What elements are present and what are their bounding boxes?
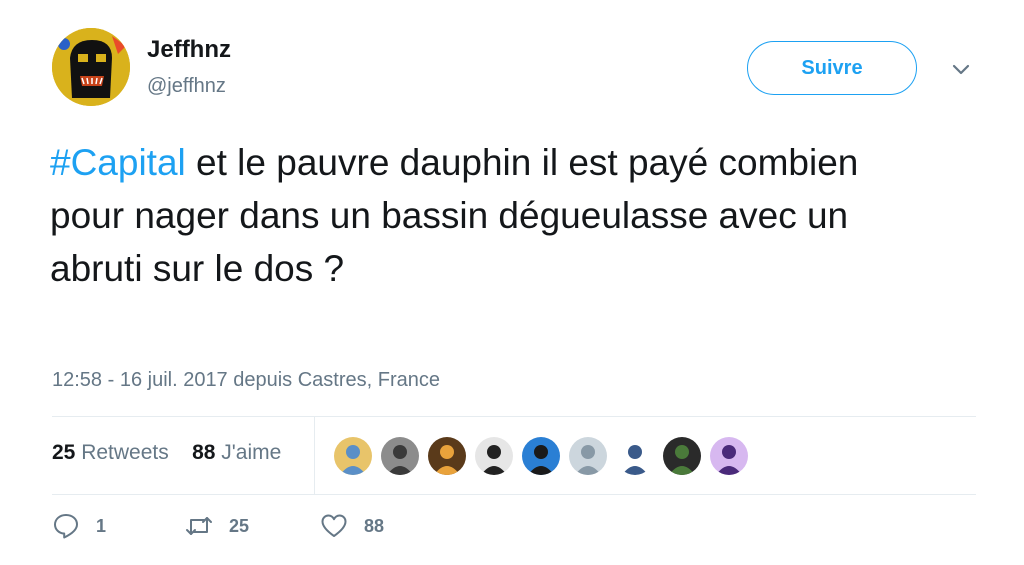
liker-avatar[interactable]	[381, 437, 419, 475]
reply-icon	[54, 514, 78, 539]
hashtag-link[interactable]: #Capital	[50, 142, 186, 183]
divider	[52, 494, 976, 495]
liker-avatar[interactable]	[569, 437, 607, 475]
like-count: 88	[364, 515, 385, 536]
chevron-down-icon[interactable]	[950, 58, 972, 80]
abstract-face-avatar-icon	[52, 28, 130, 106]
heart-icon	[321, 514, 347, 537]
display-name[interactable]: Jeffhnz	[147, 36, 231, 64]
follow-button[interactable]: Suivre	[747, 41, 917, 95]
divider	[314, 417, 315, 495]
tweet-stats: 25 Retweets 88 J'aime	[52, 417, 976, 495]
engagement-counts: 25 Retweets 88 J'aime	[52, 441, 281, 465]
liker-avatar[interactable]	[334, 437, 372, 475]
liker-avatar[interactable]	[616, 437, 654, 475]
reply-count: 1	[96, 515, 107, 536]
liker-avatar[interactable]	[428, 437, 466, 475]
like-button[interactable]: 88	[320, 512, 384, 540]
reply-button[interactable]: 1	[52, 512, 106, 540]
likers-avatars	[334, 437, 757, 477]
tweet-header: Jeffhnz @jeffhnz Suivre	[52, 28, 984, 108]
liker-avatar[interactable]	[522, 437, 560, 475]
liker-avatar[interactable]	[710, 437, 748, 475]
retweets-stat[interactable]: 25 Retweets	[52, 441, 169, 464]
tweet-text: #Capital et le pauvre dauphin il est pay…	[50, 136, 930, 295]
retweet-button[interactable]: 25	[185, 512, 249, 540]
liker-avatar[interactable]	[475, 437, 513, 475]
retweet-count: 25	[229, 515, 250, 536]
tweet-timestamp[interactable]: 12:58 - 16 juil. 2017 depuis Castres, Fr…	[52, 369, 440, 392]
liker-avatar[interactable]	[663, 437, 701, 475]
likes-stat[interactable]: 88 J'aime	[192, 441, 281, 464]
user-handle[interactable]: @jeffhnz	[147, 75, 226, 98]
retweet-icon	[186, 517, 212, 535]
avatar[interactable]	[52, 28, 130, 106]
